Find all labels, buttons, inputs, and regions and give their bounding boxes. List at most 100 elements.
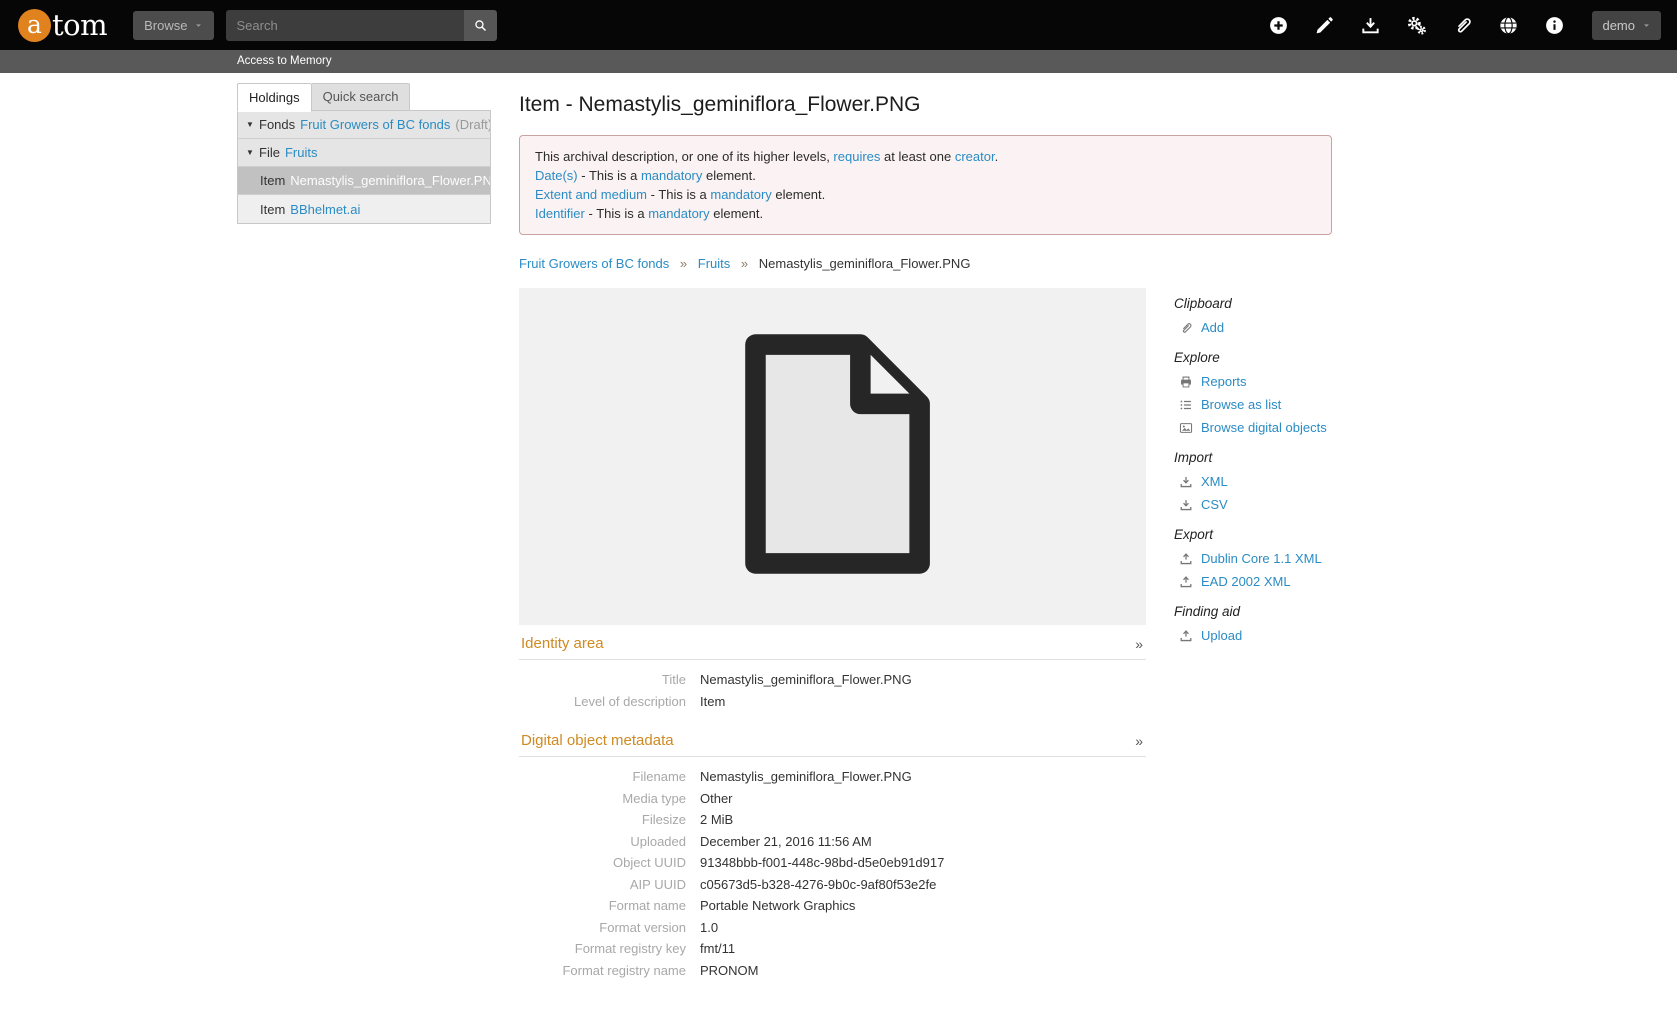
browse-digital-objects-item[interactable]: Browse digital objects [1179, 420, 1332, 435]
clipboard-add-item[interactable]: Add [1179, 320, 1332, 335]
tree-level-label: Item [260, 202, 285, 217]
alert-link-extent[interactable]: Extent and medium [535, 187, 647, 202]
atom-logo-text: tom [52, 8, 107, 42]
site-title-link[interactable]: Access to Memory [0, 50, 332, 73]
alert-link-identifier[interactable]: Identifier [535, 206, 585, 221]
import-xml-link[interactable]: XML [1201, 474, 1228, 489]
export-dublin-core-item[interactable]: Dublin Core 1.1 XML [1179, 551, 1332, 566]
field-row-aip-uuid: AIP UUID c05673d5-b328-4276-9b0c-9af80f5… [519, 874, 1146, 896]
edit-button[interactable] [1314, 15, 1335, 36]
globe-icon [1498, 15, 1519, 36]
finding-aid-upload-link[interactable]: Upload [1201, 628, 1242, 643]
field-row-object-uuid: Object UUID 91348bbb-f001-448c-98bd-d5e0… [519, 852, 1146, 874]
alert-link-mandatory[interactable]: mandatory [641, 168, 702, 183]
field-row-format-registry-name: Format registry name PRONOM [519, 960, 1146, 982]
alert-text: element. [772, 187, 825, 202]
breadcrumb-separator: » [741, 256, 748, 271]
browse-digital-objects-link[interactable]: Browse digital objects [1201, 420, 1327, 435]
import-csv-item[interactable]: CSV [1179, 497, 1332, 512]
field-label: AIP UUID [519, 874, 700, 896]
pencil-icon [1314, 15, 1335, 36]
field-label: Filesize [519, 809, 700, 831]
language-button[interactable] [1498, 15, 1519, 36]
treeview-sidebar: Holdings Quick search ▼ Fonds Fruit Grow… [237, 83, 491, 224]
field-value: Item [700, 691, 725, 713]
digital-object-viewer [519, 288, 1146, 625]
browse-label: Browse [144, 18, 187, 33]
admin-button[interactable] [1406, 15, 1427, 36]
quick-links-button[interactable] [1544, 15, 1565, 36]
add-button[interactable] [1268, 15, 1289, 36]
printer-icon [1179, 375, 1193, 389]
alert-link-mandatory[interactable]: mandatory [710, 187, 771, 202]
atom-logo[interactable]: a tom [18, 8, 107, 42]
field-row-media-type: Media type Other [519, 788, 1146, 810]
field-value: fmt/11 [700, 938, 735, 960]
upload-icon [1179, 575, 1193, 589]
clipboard-add-link[interactable]: Add [1201, 320, 1224, 335]
content-columns: Identity area » Title Nemastylis_geminif… [519, 288, 1332, 991]
collapse-arrow-icon[interactable]: ▼ [246, 120, 259, 129]
browse-button[interactable]: Browse [133, 11, 214, 40]
browse-as-list-item[interactable]: Browse as list [1179, 397, 1332, 412]
clipboard-button[interactable] [1452, 15, 1473, 36]
tree-link-item-helmet[interactable]: BBhelmet.ai [290, 202, 360, 217]
record-content: Identity area » Title Nemastylis_geminif… [519, 288, 1146, 991]
digital-object-metadata-section: Digital object metadata » Filename Nemas… [519, 722, 1146, 991]
tree-link-fonds[interactable]: Fruit Growers of BC fonds [300, 117, 450, 132]
alert-link-creator[interactable]: creator [955, 149, 995, 164]
breadcrumb-separator: » [680, 256, 687, 271]
export-dublin-core-link[interactable]: Dublin Core 1.1 XML [1201, 551, 1322, 566]
field-value: PRONOM [700, 960, 759, 982]
section-edit-chevron[interactable]: » [1135, 636, 1144, 652]
reports-link[interactable]: Reports [1201, 374, 1247, 389]
search-input[interactable] [226, 10, 464, 41]
list-icon [1179, 398, 1193, 412]
alert-message-dates: Date(s) - This is a mandatory element. [535, 166, 1316, 185]
digital-object-preview[interactable] [719, 326, 947, 587]
tree-row-item[interactable]: Item BBhelmet.ai [238, 195, 490, 223]
export-heading: Export [1174, 527, 1332, 542]
tree-link-file[interactable]: Fruits [285, 145, 318, 160]
tree-row-item-selected[interactable]: Item Nemastylis_geminiflora_Flower.PNG [238, 167, 490, 195]
alert-message-creator: This archival description, or one of its… [535, 147, 1316, 166]
tab-quick-search[interactable]: Quick search [312, 83, 411, 111]
tab-holdings[interactable]: Holdings [237, 83, 312, 112]
tree-link-item-flower[interactable]: Nemastylis_geminiflora_Flower.PNG [290, 173, 490, 188]
search-button[interactable] [464, 10, 497, 41]
tree-row-fonds[interactable]: ▼ Fonds Fruit Growers of BC fonds (Draft… [238, 111, 490, 139]
section-edit-chevron[interactable]: » [1135, 733, 1144, 749]
export-ead-link[interactable]: EAD 2002 XML [1201, 574, 1291, 589]
import-csv-link[interactable]: CSV [1201, 497, 1228, 512]
alert-message-identifier: Identifier - This is a mandatory element… [535, 204, 1316, 223]
import-button[interactable] [1360, 15, 1381, 36]
upload-icon [1179, 629, 1193, 643]
field-value: Nemastylis_geminiflora_Flower.PNG [700, 669, 912, 691]
field-label: Format registry name [519, 960, 700, 982]
user-menu-button[interactable]: demo [1592, 11, 1661, 40]
section-title-digital-object: Digital object metadata [521, 732, 674, 749]
alert-link-dates[interactable]: Date(s) [535, 168, 578, 183]
breadcrumb-link-file[interactable]: Fruits [698, 256, 731, 271]
collapse-arrow-icon[interactable]: ▼ [246, 148, 259, 157]
tree-row-file[interactable]: ▼ File Fruits [238, 139, 490, 167]
field-rows: Filename Nemastylis_geminiflora_Flower.P… [519, 757, 1146, 991]
alert-link-mandatory[interactable]: mandatory [648, 206, 709, 221]
alert-text: - This is a [578, 168, 641, 183]
field-rows: Title Nemastylis_geminiflora_Flower.PNG … [519, 660, 1146, 722]
field-label: Uploaded [519, 831, 700, 853]
alert-link-requires[interactable]: requires [833, 149, 880, 164]
import-xml-item[interactable]: XML [1179, 474, 1332, 489]
field-value: Other [700, 788, 733, 810]
draft-status-label: (Draft) [455, 117, 490, 132]
field-label: Filename [519, 766, 700, 788]
field-row-filesize: Filesize 2 MiB [519, 809, 1146, 831]
reports-item[interactable]: Reports [1179, 374, 1332, 389]
export-ead-item[interactable]: EAD 2002 XML [1179, 574, 1332, 589]
alert-text: element. [710, 206, 763, 221]
breadcrumb-link-fonds[interactable]: Fruit Growers of BC fonds [519, 256, 669, 271]
finding-aid-upload-item[interactable]: Upload [1179, 628, 1332, 643]
section-header: Digital object metadata » [519, 722, 1146, 757]
browse-as-list-link[interactable]: Browse as list [1201, 397, 1281, 412]
field-row-level-of-description: Level of description Item [519, 691, 1146, 713]
